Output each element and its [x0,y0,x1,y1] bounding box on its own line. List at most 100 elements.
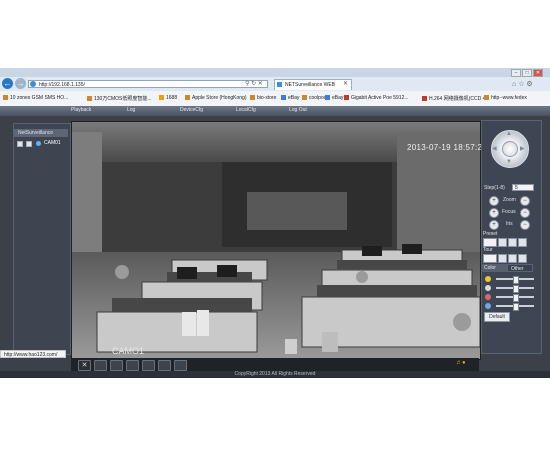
audio-icon[interactable]: ♬● [456,360,466,366]
favorite-label: http--www.fedex [491,95,527,101]
tab-close-icon[interactable]: ✕ [343,79,348,90]
refresh-icon[interactable]: ↻ [251,81,256,87]
status-url: http://www.hao123.com/ [0,350,66,358]
tour-grid-button[interactable] [518,254,527,263]
tour-input[interactable] [483,254,497,263]
step-label: Step(1-8) [484,185,505,191]
ie-page-icon [30,81,36,87]
menu-playback[interactable]: Playback [71,107,91,113]
close-window-button[interactable]: ✕ [533,69,543,77]
favorite-label: eBay [332,95,344,101]
address-bar-actions[interactable]: ⚲ ↻ ✕ [245,80,263,87]
focus-near-button[interactable]: + [489,208,499,218]
favorite-link[interactable]: 10 zones GSM SMS HO... [3,95,68,101]
menu-log[interactable]: Log [127,107,135,113]
contrast-icon [485,285,491,291]
favorite-label: Apple Store (HongKong) [192,95,247,101]
ptz-right-icon[interactable]: ▶ [520,145,525,152]
step-select[interactable]: 5 [512,184,534,191]
favorite-icon [422,96,427,101]
tab-other[interactable]: Other [507,264,533,272]
favorite-link[interactable]: 1688 [159,95,177,101]
iris-label: Iris [506,221,513,227]
tour-start-button[interactable] [498,254,507,263]
video-frame [72,122,480,359]
saturation-icon [485,294,491,300]
tour-label: Tour [483,247,493,253]
contrast-slider-knob[interactable] [513,285,519,293]
close-video-button[interactable]: ✕ [78,360,91,371]
saturation-slider-knob[interactable] [513,294,519,302]
video-view[interactable] [71,121,481,360]
favorite-label: 10 zones GSM SMS HO... [10,95,69,101]
ptz-down-icon[interactable]: ▼ [506,159,512,165]
ptz-center-button[interactable] [502,141,518,157]
favorite-label: bio-store [257,95,277,101]
favorite-link[interactable]: eBay [325,95,343,101]
menu-logout[interactable]: Log Out [289,107,307,113]
preset-input[interactable] [483,238,497,247]
device-tree-header[interactable]: NetSurveillance [14,129,68,137]
favorite-link[interactable]: Apple Store (HongKong) [185,95,246,101]
preset-label: Preset [483,231,498,237]
playback-button[interactable] [174,360,187,371]
camera-icon [36,141,41,146]
gear-icon[interactable]: ⚙ [526,81,532,88]
favorite-link[interactable]: http--www.fedex [484,95,527,101]
favorite-icon [281,95,286,100]
home-icon[interactable]: ⌂ [512,81,516,88]
zoom-label: Zoom [503,197,516,203]
minimize-button[interactable]: – [511,69,521,77]
preset-set-button[interactable] [498,238,507,247]
favorite-icon [344,95,349,100]
preset-goto-button[interactable] [508,238,517,247]
ptz-left-icon[interactable]: ◀ [492,145,497,152]
browser-tab[interactable]: NETSurveillance WEB [274,79,352,90]
stop-icon[interactable]: ✕ [258,81,263,87]
favorite-link[interactable]: H.264 网络摄像机(CCD 4... [422,95,490,102]
brightness-slider-knob[interactable] [513,276,519,284]
copyright-footer: CopyRight 2013 All Rights Reserved [0,371,550,378]
favorite-label: eBay [288,95,300,101]
favorite-icon [325,95,330,100]
video-camera-label: CAMO1 [112,346,145,356]
zoom-in-button[interactable]: + [489,196,499,206]
record-button[interactable] [126,360,139,371]
favorite-link[interactable]: eBay [281,95,299,101]
single-view-button[interactable] [94,360,107,371]
tour-stop-button[interactable] [508,254,517,263]
camera-name[interactable]: CAM01 [44,139,61,147]
device-tree-panel [13,123,71,355]
iris-close-button[interactable]: − [520,220,530,230]
focus-label: Focus [502,209,516,215]
menu-localcfg[interactable]: LocalCfg [236,107,256,113]
talk-button[interactable] [158,360,171,371]
focus-far-button[interactable]: − [520,208,530,218]
window-titlebar [0,68,550,77]
tab-favicon [277,82,282,87]
favorite-link[interactable]: Gigabit Active Poe 5912... [344,95,409,101]
menu-devicecfg[interactable]: DeviceCfg [180,107,203,113]
preset-clear-button[interactable] [518,238,527,247]
favorite-link[interactable]: 130万CMOS低照度智能... [87,95,152,102]
search-icon[interactable]: ⚲ [245,81,249,87]
forward-button[interactable]: → [15,78,26,89]
ptz-up-icon[interactable]: ▲ [506,131,512,137]
favorite-icon [484,95,489,100]
address-bar[interactable]: http://192.168.1.135/ [28,80,268,88]
favorite-label: 1688 [166,95,178,101]
default-button[interactable]: Default [484,312,510,322]
maximize-button[interactable]: □ [522,69,532,77]
iris-open-button[interactable]: + [489,220,499,230]
camera-checkbox[interactable] [17,141,23,147]
hue-slider-knob[interactable] [513,303,519,311]
favorite-link[interactable]: bio-store [250,95,276,101]
snapshot-button[interactable] [142,360,155,371]
back-button[interactable]: ← [2,78,13,89]
fullscreen-button[interactable] [110,360,123,371]
record-checkbox[interactable] [26,141,32,147]
favorite-label: 130万CMOS低照度智能... [94,96,152,102]
zoom-out-button[interactable]: − [520,196,530,206]
star-icon[interactable]: ☆ [518,81,524,88]
brightness-icon [485,276,491,282]
